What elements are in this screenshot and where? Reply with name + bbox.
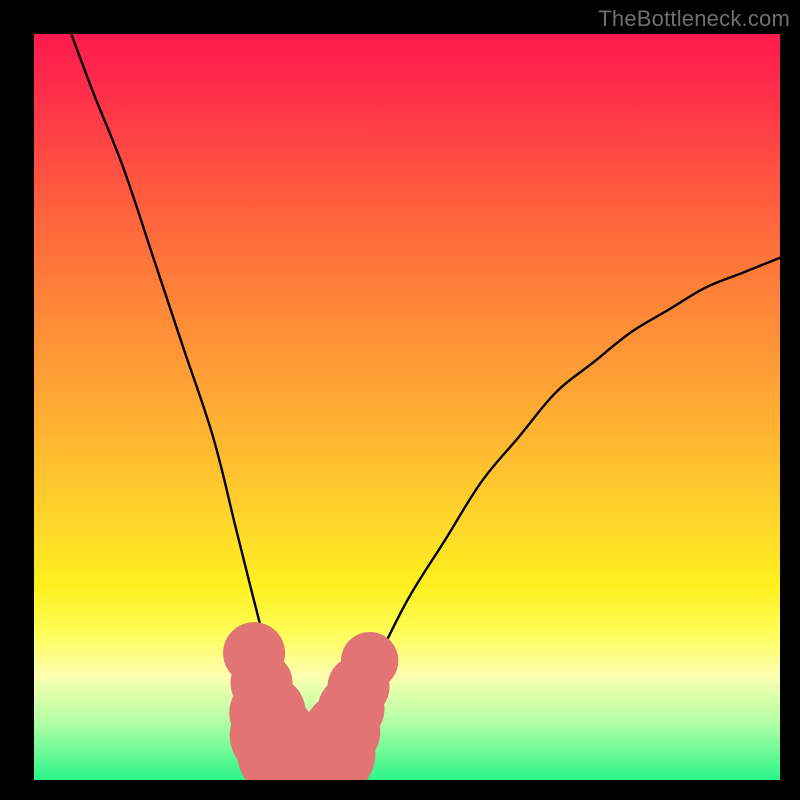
watermark-label: TheBottleneck.com (598, 6, 790, 32)
bottleneck-curve (71, 34, 780, 774)
marker-group (223, 622, 398, 780)
curve-marker (341, 632, 398, 689)
outer-frame: TheBottleneck.com (0, 0, 800, 800)
chart-overlay (34, 34, 780, 780)
curve-group (71, 34, 780, 774)
